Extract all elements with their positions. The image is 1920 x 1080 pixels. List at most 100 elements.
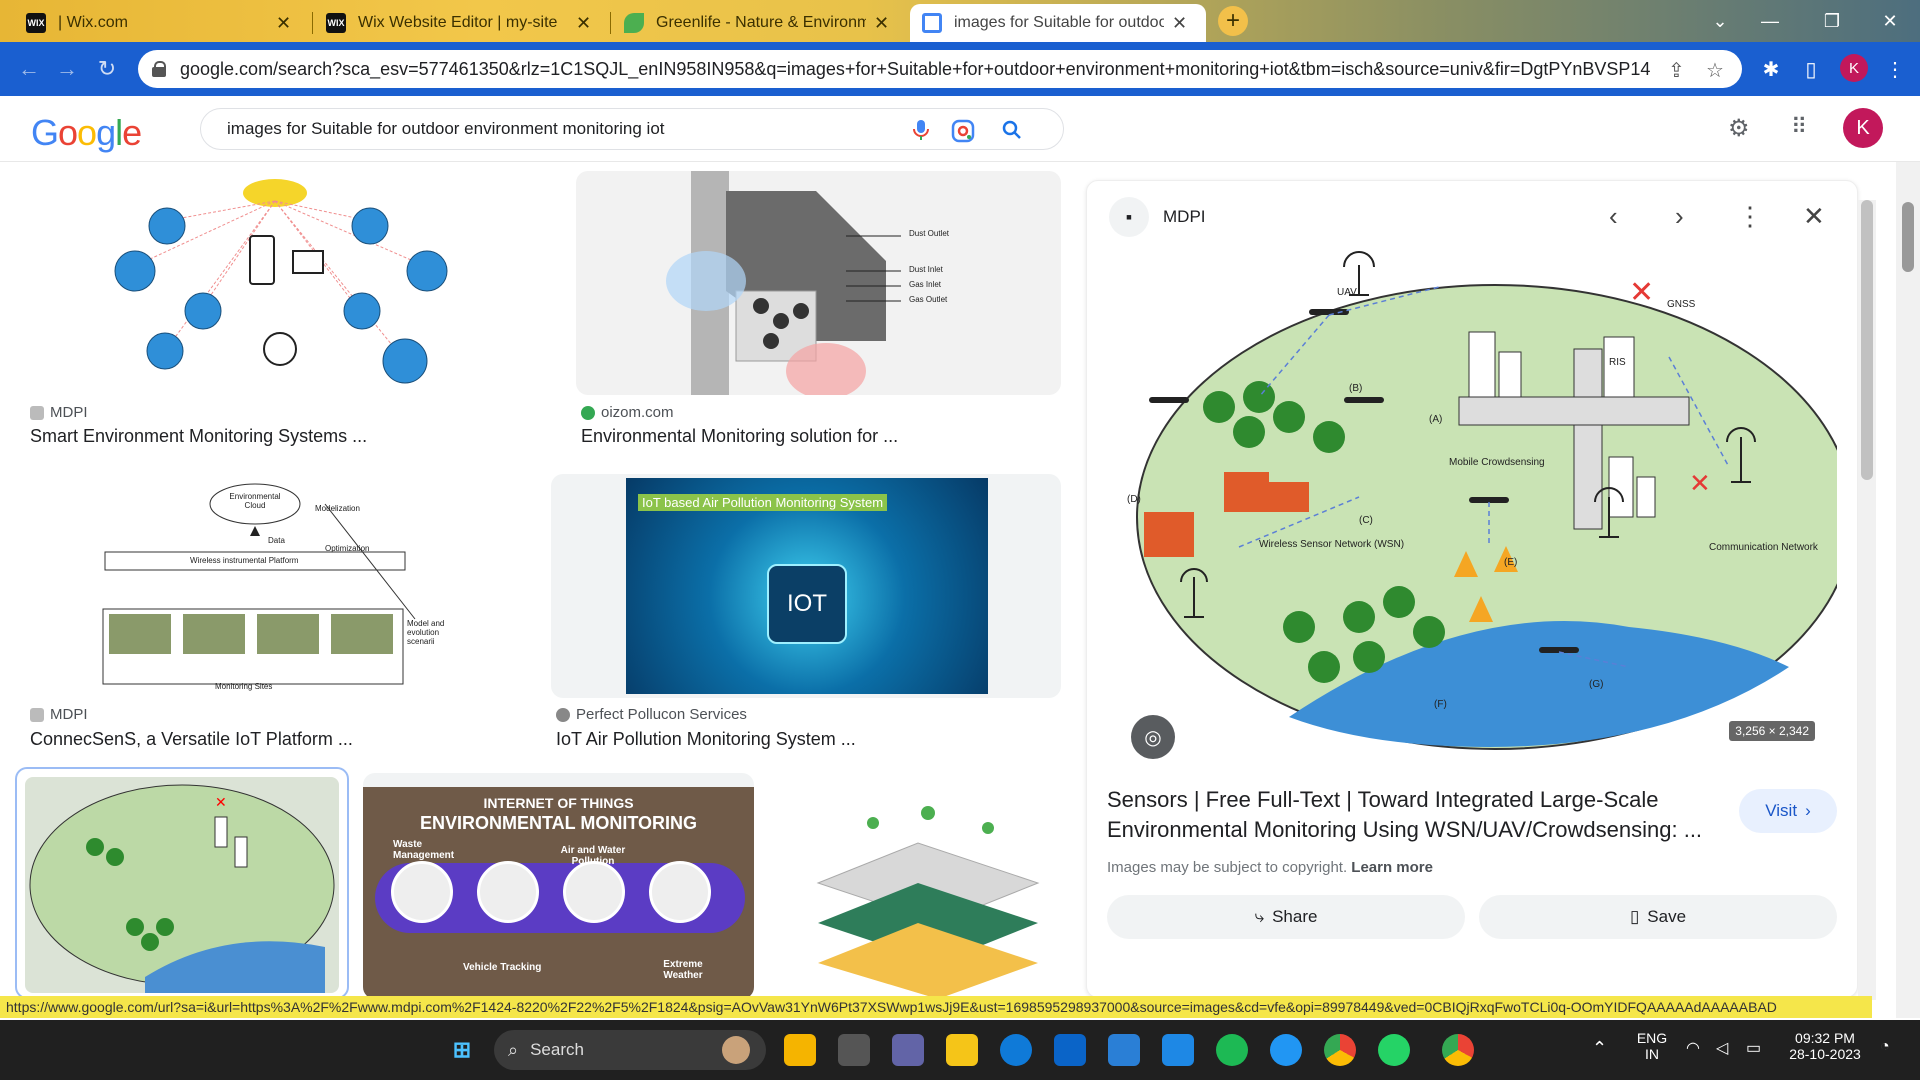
windows-start-icon[interactable]: ⊞	[446, 1034, 478, 1066]
learn-more-link[interactable]: Learn more	[1351, 859, 1433, 876]
file-explorer-icon[interactable]	[946, 1034, 978, 1066]
search-query: images for Suitable for outdoor environm…	[227, 119, 665, 138]
tab-search-icon[interactable]: ⌄	[1698, 6, 1742, 36]
new-tab-button[interactable]: +	[1218, 6, 1248, 36]
teams-icon[interactable]	[892, 1034, 924, 1066]
result-thumbnail-mdpi-selected[interactable]: ✕	[15, 767, 349, 999]
close-icon[interactable]: ✕	[1803, 201, 1825, 232]
panel-source[interactable]: ▪ MDPI	[1109, 197, 1206, 237]
windows-taskbar: ⊞ ⌕ Search ⌃ ENG IN ◠ ◁ ▭ 09:32 PM 28-10…	[0, 1020, 1920, 1080]
previous-icon[interactable]: ‹	[1609, 201, 1618, 232]
share-icon: ⤷	[1254, 907, 1265, 926]
result-source[interactable]: MDPI	[30, 404, 88, 421]
minimize-icon[interactable]: —	[1748, 6, 1792, 36]
result-title[interactable]: ConnecSenS, a Versatile IoT Platform ...	[30, 729, 530, 750]
clock[interactable]: 09:32 PM 28-10-2023	[1780, 1030, 1870, 1062]
bookmark-star-icon[interactable]: ☆	[1706, 58, 1724, 83]
next-icon[interactable]: ›	[1675, 201, 1684, 232]
mdpi-icon: ▪	[1109, 197, 1149, 237]
edge-icon[interactable]	[1000, 1034, 1032, 1066]
lock-icon[interactable]	[152, 61, 166, 77]
close-icon[interactable]: ✕	[874, 13, 889, 34]
volume-icon[interactable]: ◁	[1716, 1038, 1728, 1058]
result-thumbnail-smart-map[interactable]	[778, 773, 1061, 999]
share-icon[interactable]: ⇪	[1668, 58, 1685, 83]
forward-icon[interactable]: →	[52, 54, 82, 84]
vscode-icon[interactable]	[1162, 1034, 1194, 1066]
myhp-icon[interactable]	[1108, 1034, 1140, 1066]
more-options-icon[interactable]: ⋮	[1737, 201, 1763, 232]
result-thumbnail-smart-env[interactable]	[25, 171, 550, 395]
back-icon[interactable]: ←	[14, 54, 44, 84]
result-title[interactable]: Smart Environment Monitoring Systems ...	[30, 426, 540, 447]
search-input[interactable]: images for Suitable for outdoor environm…	[200, 108, 1064, 150]
result-source[interactable]: MDPI	[30, 706, 88, 723]
thumb-label: Wireless instrumental Platform	[190, 556, 299, 565]
page-scroll-thumb[interactable]	[1902, 202, 1914, 272]
result-thumbnail-ioe-monitoring[interactable]: INTERNET OF THINGS ENVIRONMENTAL MONITOR…	[363, 773, 754, 999]
search-icon[interactable]	[1001, 119, 1023, 141]
lens-search-icon[interactable]: ◎	[1131, 715, 1175, 759]
panel-scroll-thumb[interactable]	[1861, 200, 1873, 480]
mdpi-icon	[30, 405, 44, 420]
chrome-profile-icon[interactable]	[1442, 1034, 1474, 1066]
close-icon[interactable]: ✕	[576, 13, 591, 34]
ioe-item: Waste Management	[393, 839, 455, 861]
result-thumbnail-iot-air[interactable]: IoT based Air Pollution Monitoring Syste…	[551, 474, 1061, 698]
smart-env-diagram	[114, 179, 448, 384]
google-lens-icon[interactable]	[951, 119, 975, 143]
google-avatar[interactable]: K	[1843, 108, 1883, 148]
result-thumbnail-connecsens[interactable]: Environmental Cloud Modelization Data Op…	[25, 474, 525, 698]
wifi-icon[interactable]: ◠	[1686, 1038, 1700, 1058]
visit-button[interactable]: Visit ›	[1739, 789, 1837, 833]
tab-wix-editor[interactable]: WIX Wix Website Editor | my-site ✕	[314, 4, 612, 42]
tab-images-search[interactable]: images for Suitable for outdoor ✕	[910, 4, 1206, 42]
save-button[interactable]: ▯ Save	[1479, 895, 1837, 939]
extensions-icon[interactable]: ✱	[1756, 54, 1786, 84]
close-window-icon[interactable]: ✕	[1868, 6, 1912, 36]
spotify-icon[interactable]	[1216, 1034, 1248, 1066]
notification-bell-icon[interactable]: ◔	[1880, 1038, 1890, 1056]
menu-icon[interactable]: ⋮	[1880, 54, 1910, 84]
page-scrollbar[interactable]	[1896, 162, 1920, 1018]
result-thumbnail-oizom[interactable]: Dust Outlet Dust Inlet Gas Inlet Gas Out…	[576, 171, 1061, 395]
mdpi-icon	[30, 707, 44, 722]
share-button[interactable]: ⤷ Share	[1107, 895, 1465, 939]
side-panel-icon[interactable]: ▯	[1796, 54, 1826, 84]
diagram-label: (B)	[1349, 383, 1362, 394]
whatsapp-icon[interactable]	[1378, 1034, 1410, 1066]
google-icon	[922, 13, 942, 33]
iot-chip: IOT	[767, 564, 847, 644]
avatar[interactable]: K	[1840, 54, 1868, 82]
result-source[interactable]: Perfect Pollucon Services	[556, 706, 747, 723]
settings-gear-icon[interactable]: ⚙	[1728, 114, 1750, 143]
close-icon[interactable]: ✕	[1172, 13, 1187, 34]
task-view-icon[interactable]	[838, 1034, 870, 1066]
tab-strip: WIX | Wix.com ✕ WIX Wix Website Editor |…	[0, 0, 1920, 42]
panel-scrollbar[interactable]	[1858, 200, 1876, 1000]
close-icon[interactable]: ✕	[276, 13, 291, 34]
wsn-diagram-thumb: ✕	[29, 784, 335, 993]
google-logo[interactable]: Google	[31, 112, 142, 154]
tab-greenlife[interactable]: Greenlife - Nature & Environme ✕	[612, 4, 908, 42]
reload-icon[interactable]: ↻	[92, 54, 122, 84]
maximize-icon[interactable]: ❐	[1810, 6, 1854, 36]
preview-title[interactable]: Sensors | Free Full-Text | Toward Integr…	[1107, 785, 1727, 845]
widgets-icon[interactable]	[784, 1034, 816, 1066]
mail-icon[interactable]	[1054, 1034, 1086, 1066]
chrome-icon[interactable]	[1324, 1034, 1356, 1066]
language-indicator[interactable]: ENG IN	[1632, 1030, 1672, 1062]
microphone-icon[interactable]	[913, 119, 929, 141]
result-title[interactable]: IoT Air Pollution Monitoring System ...	[556, 729, 1056, 750]
chevron-up-icon[interactable]: ⌃	[1592, 1038, 1607, 1059]
tab-wix[interactable]: WIX | Wix.com ✕	[14, 4, 314, 42]
url-field[interactable]: google.com/search?sca_esv=577461350&rlz=…	[138, 50, 1742, 88]
logo-letter: o	[58, 112, 78, 153]
result-source[interactable]: oizom.com	[581, 404, 674, 421]
apps-grid-icon[interactable]: ⠿	[1791, 114, 1807, 140]
taskbar-search[interactable]: ⌕ Search	[494, 1030, 766, 1070]
result-title[interactable]: Environmental Monitoring solution for ..…	[581, 426, 1061, 447]
store-icon[interactable]	[1270, 1034, 1302, 1066]
diagram-label: RIS	[1609, 357, 1626, 368]
battery-icon[interactable]: ▭	[1746, 1038, 1761, 1058]
